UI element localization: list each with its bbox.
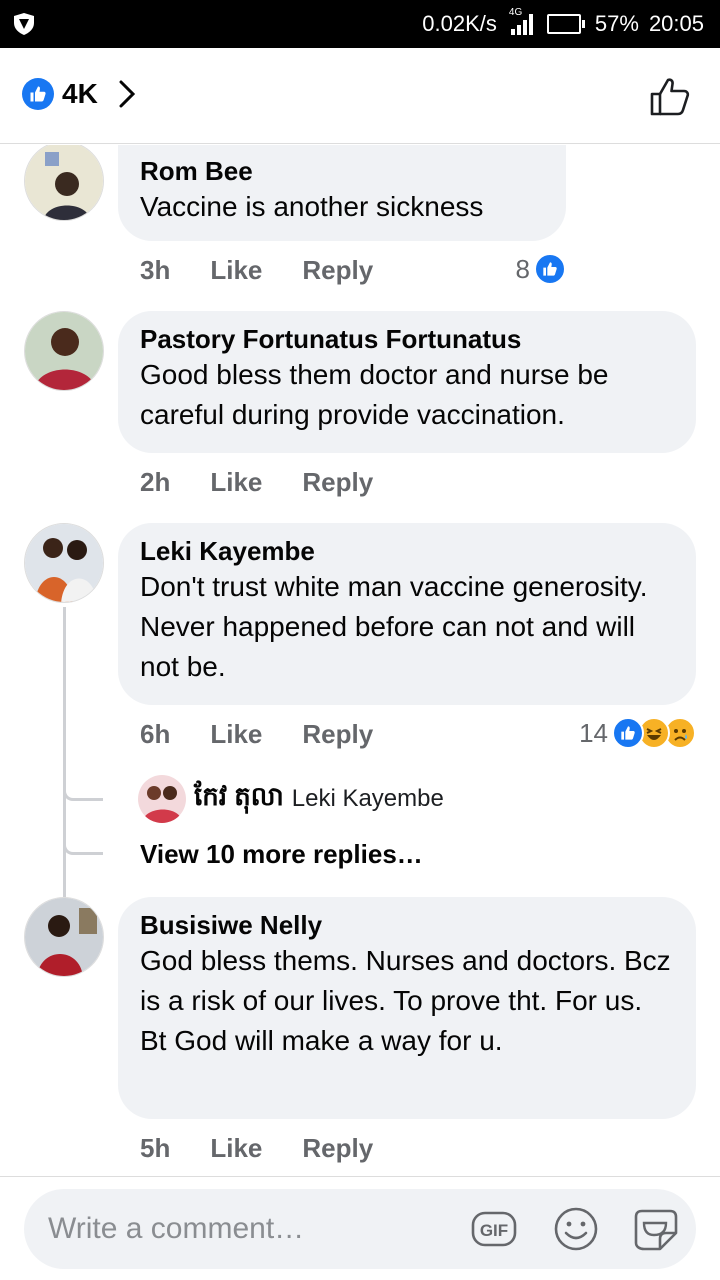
avatar[interactable] bbox=[138, 775, 186, 823]
comment-actions: 5h Like Reply bbox=[140, 1133, 373, 1164]
clock: 20:05 bbox=[648, 11, 704, 36]
reaction-count: 8 bbox=[515, 253, 530, 284]
comments-header: 4K bbox=[0, 48, 720, 144]
sticker-button[interactable] bbox=[632, 1205, 680, 1253]
gif-button[interactable]: GIF bbox=[470, 1205, 518, 1253]
comment-composer: GIF bbox=[0, 1176, 720, 1280]
comment-text: Don't trust white man vaccine generosity… bbox=[140, 571, 648, 682]
comment-bubble[interactable]: Pastory Fortunatus Fortunatus Good bless… bbox=[118, 311, 696, 453]
like-button[interactable]: Like bbox=[210, 467, 262, 498]
avatar[interactable] bbox=[24, 523, 104, 603]
reply-button[interactable]: Reply bbox=[302, 467, 373, 498]
like-button[interactable]: Like bbox=[210, 1133, 262, 1164]
like-reaction-icon bbox=[22, 78, 54, 110]
reply-button[interactable]: Reply bbox=[302, 255, 373, 286]
battery-icon bbox=[546, 14, 585, 34]
like-button[interactable]: Like bbox=[210, 719, 262, 750]
comments-list: Rom Bee Vaccine is another sickness 3h L… bbox=[0, 145, 720, 1175]
comment-actions: 2h Like Reply bbox=[140, 467, 373, 498]
emoji-button[interactable] bbox=[552, 1205, 600, 1253]
comment-input-container[interactable]: GIF bbox=[24, 1189, 696, 1269]
comment-time: 3h bbox=[140, 255, 171, 285]
comment-time: 5h bbox=[140, 1133, 171, 1163]
view-more-replies-link[interactable]: View 10 more replies… bbox=[140, 839, 423, 870]
network-type: 4G bbox=[508, 7, 523, 18]
gif-label: GIF bbox=[480, 1221, 508, 1240]
comment-text: Good bless them doctor and nurse be care… bbox=[140, 359, 609, 430]
reply-author[interactable]: កែវ តុលា bbox=[194, 780, 284, 818]
comment-bubble[interactable]: Rom Bee Vaccine is another sickness bbox=[118, 145, 566, 241]
chevron-right-icon bbox=[119, 80, 135, 108]
comment-reactions[interactable]: 8 bbox=[516, 253, 566, 285]
comment-input[interactable] bbox=[48, 1189, 448, 1269]
battery-level: 57% bbox=[594, 11, 639, 36]
reply-preview[interactable]: កែវ តុលា Leki Kayembe bbox=[138, 775, 444, 823]
reply-button[interactable]: Reply bbox=[302, 719, 373, 750]
like-post-button[interactable] bbox=[646, 72, 694, 120]
reaction-count: 14 bbox=[579, 717, 608, 748]
vpn-shield-icon bbox=[14, 13, 34, 35]
like-reaction-icon bbox=[534, 253, 566, 285]
comment-author[interactable]: Busisiwe Nelly bbox=[140, 909, 674, 941]
comment-author[interactable]: Leki Kayembe bbox=[140, 535, 674, 567]
reaction-count: 4K bbox=[62, 78, 98, 109]
reply-button[interactable]: Reply bbox=[302, 1133, 373, 1164]
comment-reactions[interactable]: 14 bbox=[579, 717, 696, 749]
comment-time: 2h bbox=[140, 467, 171, 497]
avatar[interactable] bbox=[24, 145, 104, 221]
reactions-summary[interactable]: 4K bbox=[22, 78, 136, 110]
comment-actions: 6h Like Reply bbox=[140, 719, 373, 750]
signal-icon: 4G bbox=[507, 7, 537, 37]
comment-text: Vaccine is another sickness bbox=[140, 191, 484, 222]
reply-text: Leki Kayembe bbox=[291, 785, 444, 812]
network-speed: 0.02K/s bbox=[422, 11, 497, 36]
comment-text: God bless thems. Nurses and doctors. Bcz… bbox=[140, 945, 671, 1056]
status-bar: 0.02K/s 4G 57% 20:05 bbox=[0, 0, 720, 48]
comment-bubble[interactable]: Leki Kayembe Don't trust white man vacci… bbox=[118, 523, 696, 705]
thread-connector bbox=[63, 845, 103, 855]
avatar[interactable] bbox=[24, 897, 104, 977]
thread-line bbox=[63, 607, 66, 937]
avatar[interactable] bbox=[24, 311, 104, 391]
comment-time: 6h bbox=[140, 719, 171, 749]
comment-author[interactable]: Pastory Fortunatus Fortunatus bbox=[140, 323, 674, 355]
comment-bubble[interactable]: Busisiwe Nelly God bless thems. Nurses a… bbox=[118, 897, 696, 1119]
comment-author[interactable]: Rom Bee bbox=[140, 155, 544, 187]
comment-actions: 3h Like Reply bbox=[140, 255, 373, 286]
like-reaction-icon bbox=[612, 717, 644, 749]
thread-connector bbox=[63, 791, 103, 801]
like-button[interactable]: Like bbox=[210, 255, 262, 286]
